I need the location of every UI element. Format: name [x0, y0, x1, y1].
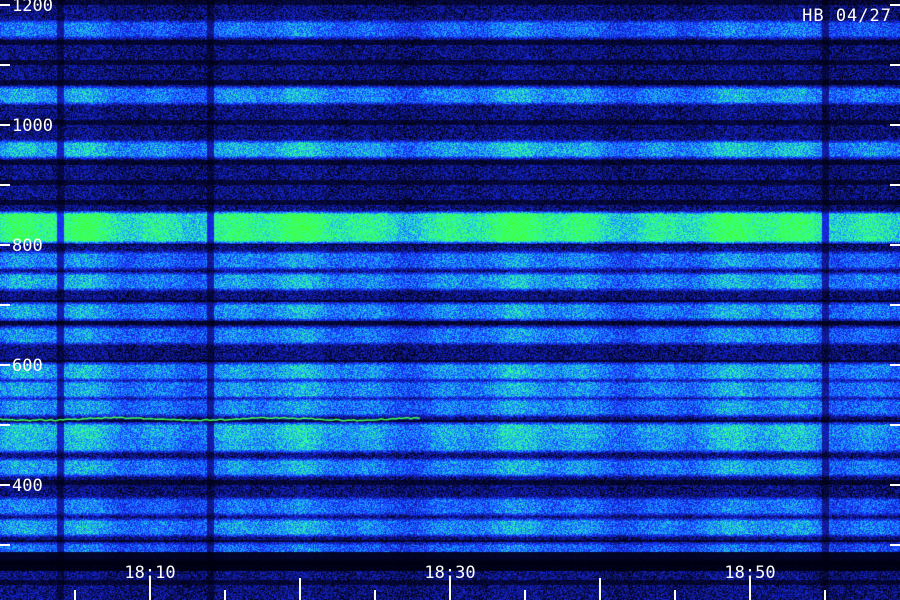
y-tick-label: 1000	[12, 116, 53, 136]
x-tick-label: 18:10	[124, 563, 175, 583]
x-tick-label: 18:30	[424, 563, 475, 583]
y-tick-label: 600	[12, 356, 43, 376]
station-date-label: HB 04/27	[802, 6, 892, 26]
y-tick-label: 800	[12, 236, 43, 256]
y-tick-label: 400	[12, 476, 43, 496]
axes-overlay: 1200 1000 800 600 400 18:10 18:30 18:50	[0, 0, 900, 600]
y-tick-label: 1200	[12, 0, 53, 16]
spectrogram-frame: 1200 1000 800 600 400 18:10 18:30 18:50 HB 04/2…	[0, 0, 900, 600]
x-tick-label: 18:50	[724, 563, 775, 583]
